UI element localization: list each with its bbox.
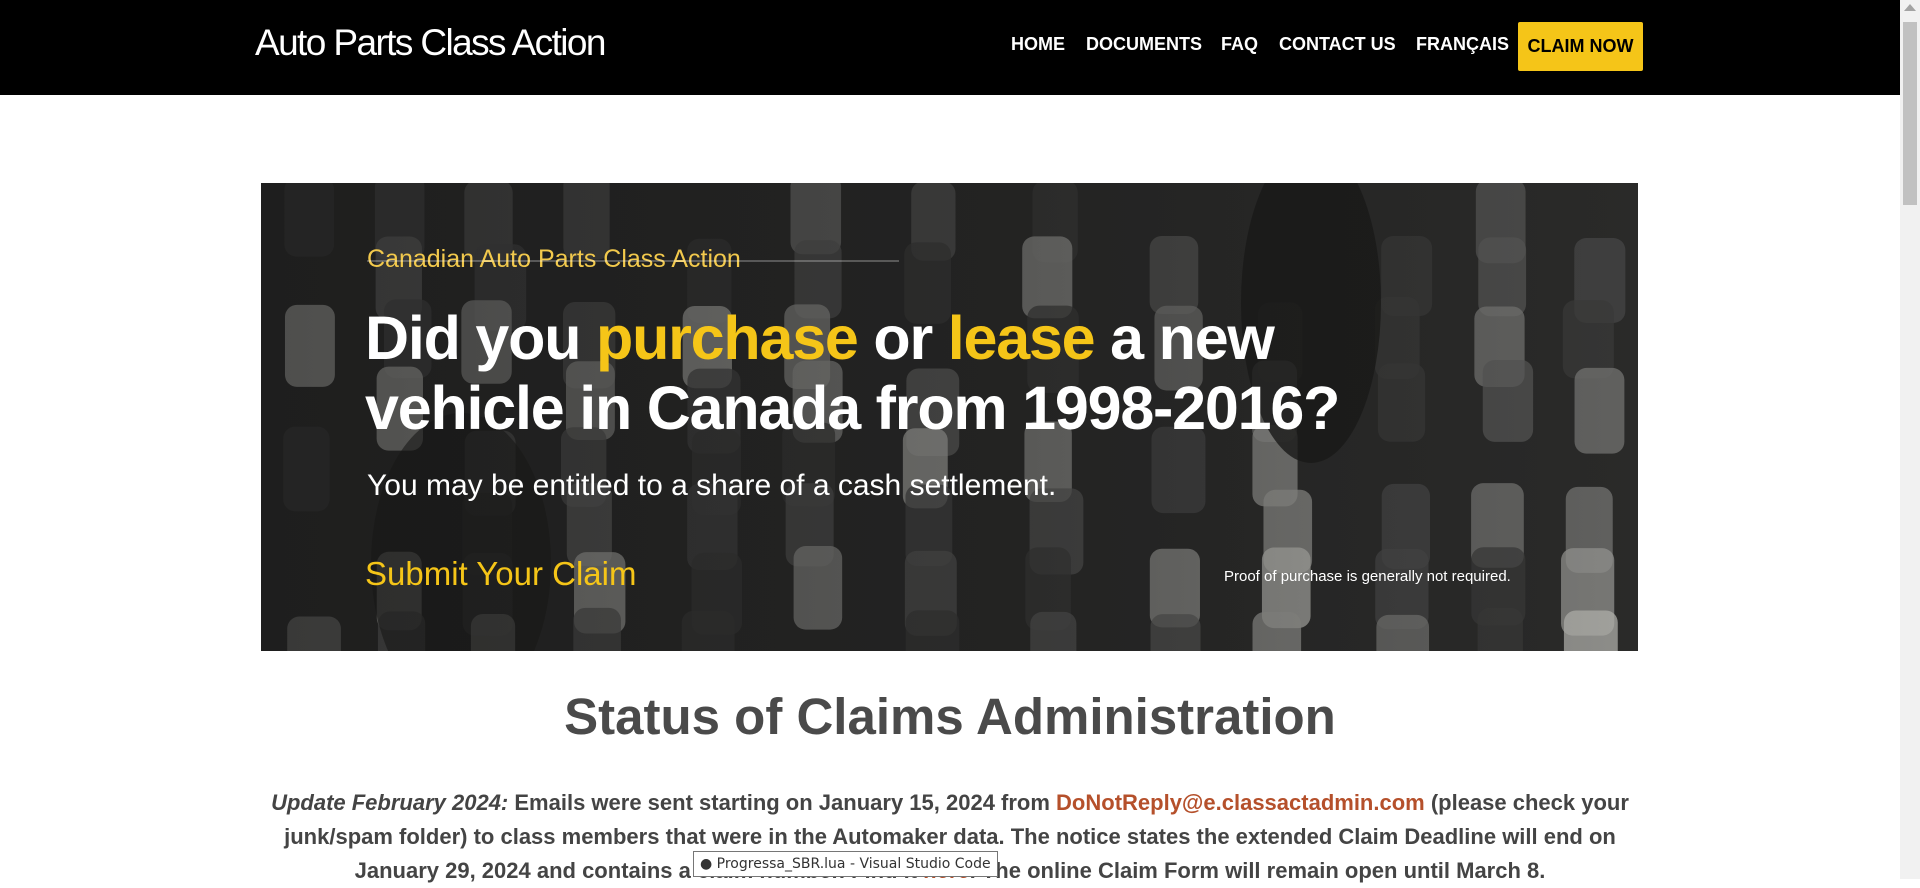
headline-highlight-lease: lease bbox=[947, 304, 1096, 372]
hero-banner[interactable]: Canadian Auto Parts Class Action Did you… bbox=[261, 183, 1638, 651]
headline-highlight-purchase: purchase bbox=[596, 304, 859, 372]
nav-documents[interactable]: DOCUMENTS bbox=[1086, 34, 1202, 55]
nav-home[interactable]: HOME bbox=[1011, 34, 1065, 55]
email-link[interactable]: DoNotReply@e.classactadmin.com bbox=[1056, 790, 1425, 815]
banner-divider bbox=[367, 260, 899, 262]
headline-line-2: vehicle in Canada from 1998-2016? bbox=[365, 374, 1340, 442]
proof-note: Proof of purchase is generally not requi… bbox=[1224, 568, 1511, 585]
headline-text-3: a new bbox=[1094, 304, 1275, 372]
banner-headline: Did you purchase or lease a new vehicle … bbox=[365, 303, 1340, 443]
scrollbar-thumb[interactable] bbox=[1903, 22, 1917, 205]
nav-contact-us[interactable]: CONTACT US bbox=[1279, 34, 1396, 55]
site-title[interactable]: Auto Parts Class Action bbox=[255, 22, 606, 64]
banner-subtext: You may be entitled to a share of a cash… bbox=[367, 469, 1057, 502]
scroll-up-arrow-icon[interactable] bbox=[1904, 4, 1916, 11]
submit-claim-link[interactable]: Submit Your Claim bbox=[365, 555, 636, 593]
headline-text-1: Did you bbox=[365, 304, 597, 372]
update-text-3: . The online Claim Form will remain open… bbox=[969, 858, 1546, 883]
update-lead: Update February 2024: bbox=[271, 790, 509, 815]
headline-text-2: or bbox=[857, 304, 948, 372]
site-header: Auto Parts Class Action HOME DOCUMENTS F… bbox=[0, 0, 1900, 95]
update-text-1: Emails were sent starting on January 15,… bbox=[508, 790, 1057, 815]
nav-faq[interactable]: FAQ bbox=[1221, 34, 1258, 55]
nav-francais[interactable]: FRANÇAIS bbox=[1416, 34, 1509, 55]
claim-now-button[interactable]: CLAIM NOW bbox=[1518, 22, 1643, 71]
page-title: Status of Claims Administration bbox=[564, 688, 1336, 745]
taskbar-tooltip: ● Progressa_SBR.lua - Visual Studio Code bbox=[693, 851, 998, 877]
